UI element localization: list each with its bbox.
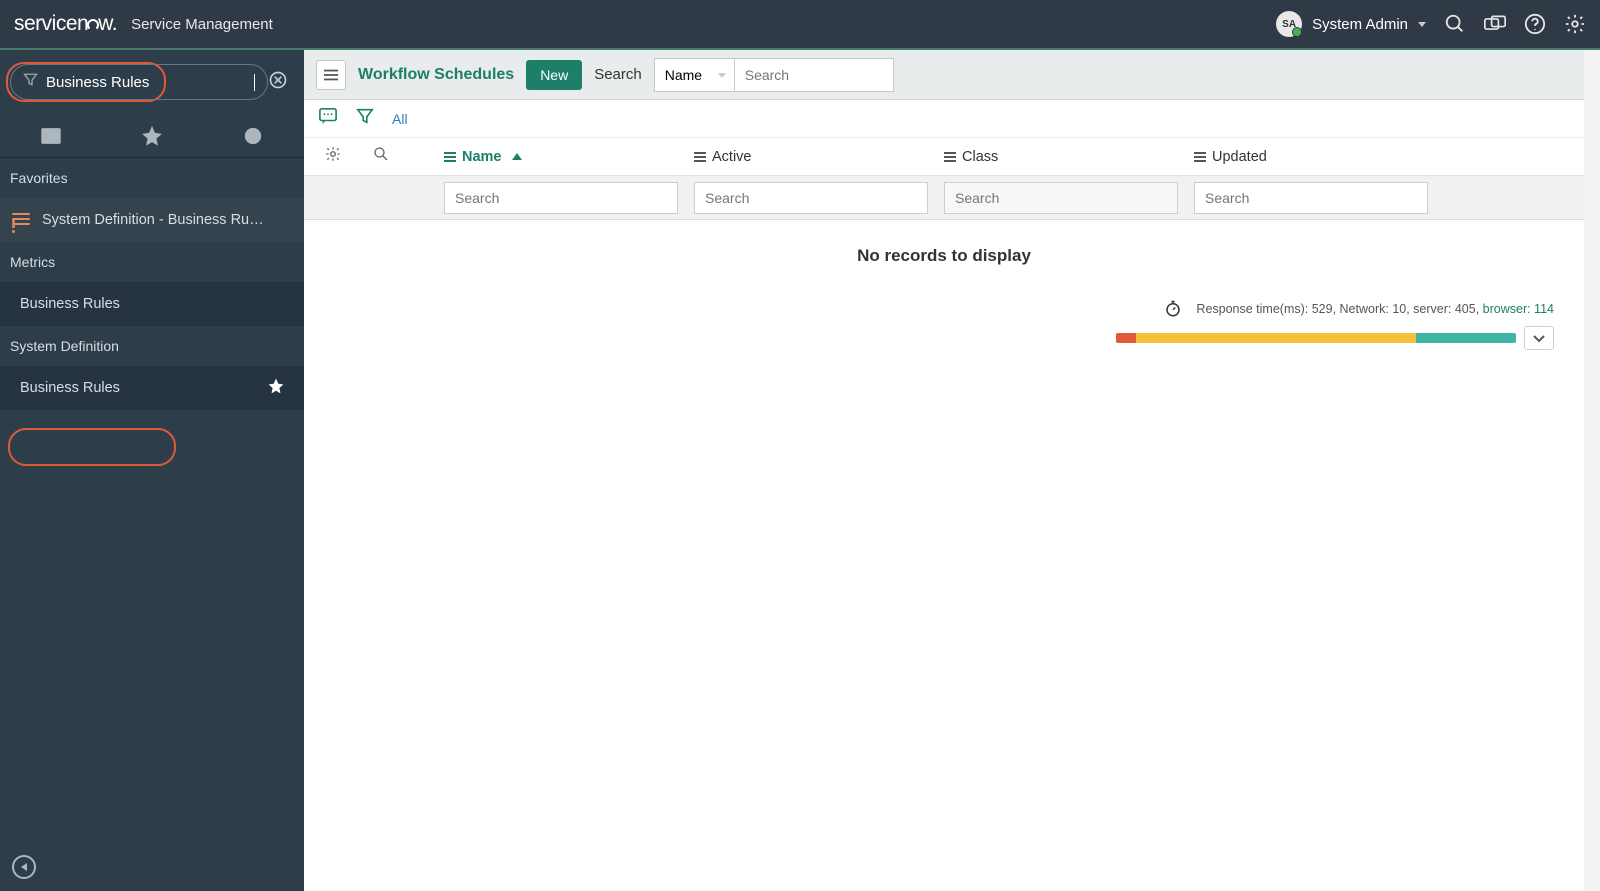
new-button[interactable]: New	[526, 60, 582, 90]
search-input[interactable]	[734, 58, 894, 92]
column-menu-icon	[444, 152, 456, 162]
nav-item-label: Business Rules	[20, 380, 120, 396]
logo-text-a: service	[14, 12, 77, 36]
favorites-section-header: Favorites	[0, 158, 304, 198]
column-search-updated[interactable]	[1194, 182, 1428, 214]
collapse-navigator-button[interactable]	[12, 855, 36, 879]
breadcrumb-all[interactable]: All	[392, 111, 408, 127]
response-time-prefix: Response time(ms): 529, Network: 10, ser…	[1196, 302, 1482, 316]
response-time-browser-link[interactable]: browser: 114	[1483, 302, 1554, 316]
sort-ascending-icon	[512, 153, 522, 160]
navigator-sidebar: Business Rules Favorites System Definiti…	[0, 50, 304, 891]
favorites-tab[interactable]	[101, 114, 202, 157]
column-label: Active	[712, 149, 752, 165]
filter-funnel-icon[interactable]	[356, 107, 374, 130]
column-filter-row	[304, 176, 1584, 220]
favorite-star-icon[interactable]	[268, 378, 284, 398]
stopwatch-icon	[1164, 300, 1182, 318]
nav-item-metrics-business-rules[interactable]: Business Rules	[0, 282, 304, 326]
settings-gear-icon[interactable]	[1564, 13, 1586, 35]
column-header-name[interactable]: Name	[444, 149, 694, 165]
response-time-text: Response time(ms): 529, Network: 10, ser…	[1196, 302, 1554, 316]
column-menu-icon	[944, 152, 956, 162]
avatar-initials: SA	[1282, 19, 1296, 30]
logo-text-b: w.	[98, 12, 117, 35]
column-label: Updated	[1212, 149, 1267, 165]
favorite-item-sysdef-br[interactable]: System Definition - Business Ru…	[0, 198, 304, 242]
user-menu[interactable]: SA System Admin	[1276, 11, 1426, 37]
content-frame: Workflow Schedules New Search Name All	[304, 50, 1600, 891]
perf-bar-network	[1116, 333, 1136, 343]
column-header-row: Name Active Class Updated	[304, 138, 1584, 176]
column-search-toggle-icon[interactable]	[372, 145, 390, 168]
product-subtitle: Service Management	[131, 16, 273, 33]
global-search-icon[interactable]	[1444, 13, 1466, 35]
column-header-active[interactable]: Active	[694, 149, 944, 165]
avatar: SA	[1276, 11, 1302, 37]
search-field-select[interactable]: Name	[654, 58, 734, 92]
perf-bar-browser	[1416, 333, 1516, 343]
all-apps-tab[interactable]	[0, 114, 101, 157]
funnel-icon	[23, 72, 38, 92]
column-header-class[interactable]: Class	[944, 149, 1194, 165]
list-icon	[12, 213, 30, 227]
column-header-updated[interactable]: Updated	[1194, 149, 1434, 165]
nav-item-sysdef-business-rules[interactable]: Business Rules	[0, 366, 304, 410]
breadcrumb-row: All	[304, 100, 1584, 138]
column-search-class	[944, 182, 1178, 214]
sysdef-section-header: System Definition	[0, 326, 304, 366]
history-tab[interactable]	[203, 114, 304, 157]
text-cursor	[254, 74, 255, 91]
performance-expand-button[interactable]	[1524, 326, 1554, 350]
no-records-message: No records to display	[304, 220, 1584, 292]
favorite-item-label: System Definition - Business Ru…	[42, 212, 264, 228]
list-toolbar: Workflow Schedules New Search Name	[304, 50, 1584, 100]
navigator-filter-input[interactable]: Business Rules	[46, 74, 253, 91]
column-search-active[interactable]	[694, 182, 928, 214]
caret-down-icon	[718, 73, 726, 78]
navigator-tabs	[0, 114, 304, 158]
column-label: Class	[962, 149, 998, 165]
page-title: Workflow Schedules	[358, 66, 514, 84]
response-time-row: Response time(ms): 529, Network: 10, ser…	[304, 292, 1584, 326]
chat-icon[interactable]	[1484, 13, 1506, 35]
navigator-filter[interactable]: Business Rules	[10, 64, 268, 100]
personalize-list-icon[interactable]	[324, 145, 342, 168]
global-banner: servicenw. Service Management SA System …	[0, 0, 1600, 50]
clear-filter-button[interactable]	[268, 70, 288, 95]
search-field-select-value: Name	[665, 67, 702, 83]
logo[interactable]: servicenw.	[14, 12, 117, 36]
perf-bar-server	[1136, 333, 1416, 343]
column-label: Name	[462, 149, 502, 165]
user-name-label: System Admin	[1312, 16, 1408, 33]
performance-bar	[1116, 333, 1516, 343]
help-icon[interactable]	[1524, 13, 1546, 35]
metrics-section-header: Metrics	[0, 242, 304, 282]
column-menu-icon	[1194, 152, 1206, 162]
column-menu-icon	[694, 152, 706, 162]
nav-item-label: Business Rules	[20, 296, 120, 312]
highlight-marker-item	[8, 428, 176, 466]
caret-down-icon	[1418, 22, 1426, 27]
activity-stream-icon[interactable]	[318, 107, 338, 130]
list-menu-button[interactable]	[316, 60, 346, 90]
column-search-name[interactable]	[444, 182, 678, 214]
search-label: Search	[594, 66, 642, 83]
